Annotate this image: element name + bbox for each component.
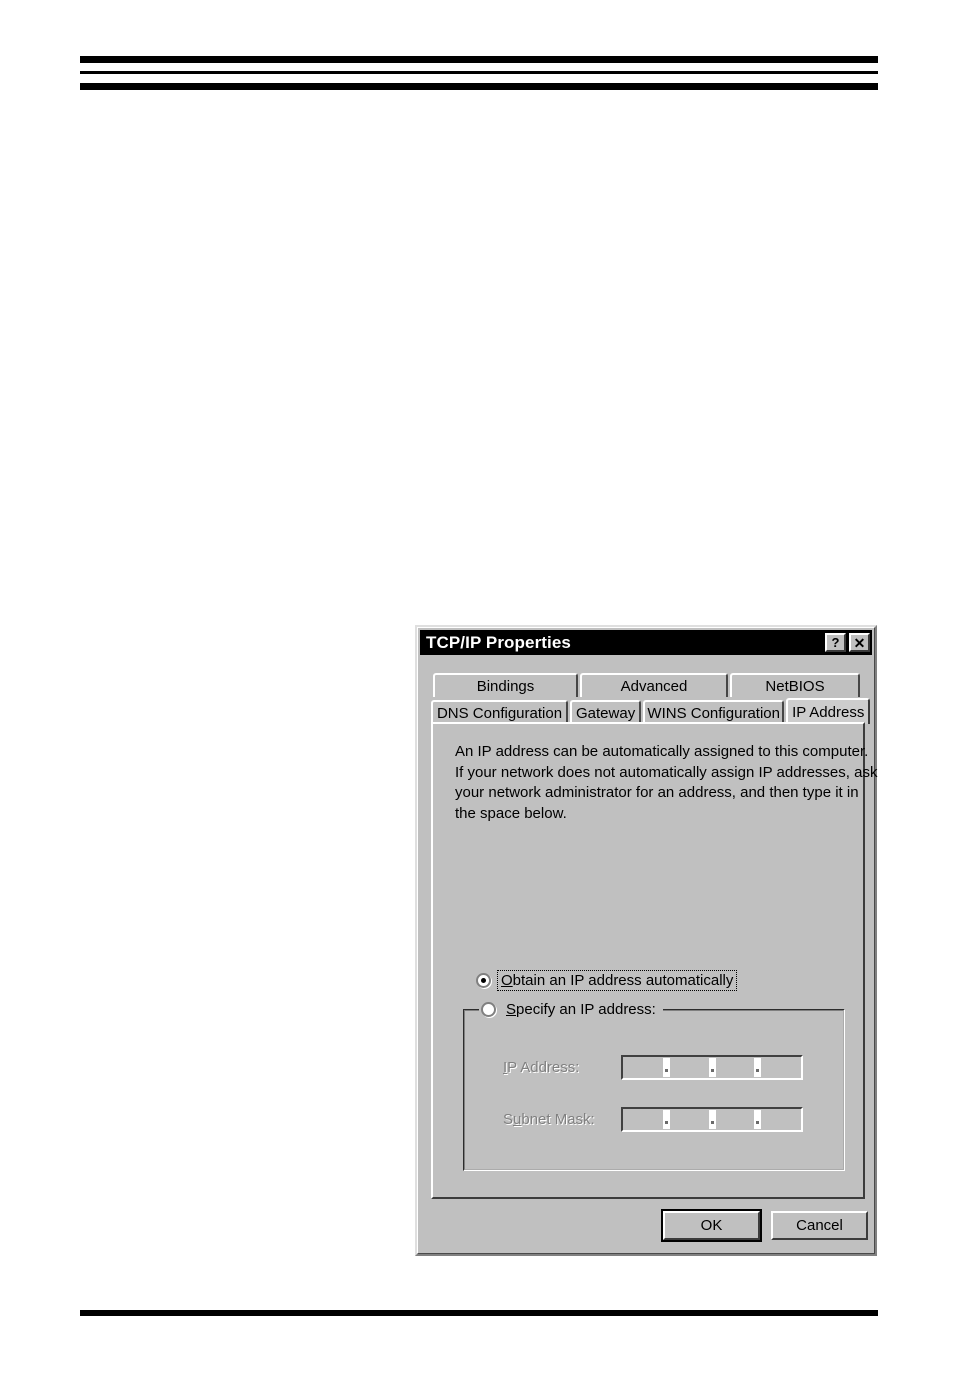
dialog-button-row: OK Cancel [663,1211,868,1240]
subnet-mask-separator-2 [708,1110,716,1129]
subnet-mask-octet-1[interactable] [624,1110,663,1129]
ip-address-separator-2 [708,1058,716,1077]
specify-ip-groupbox-frame [465,1011,843,1169]
radio-specify-ip[interactable]: Specify an IP address: [479,1000,663,1018]
radio-specify-text: pecify an IP address: [516,1000,656,1018]
ip-address-octet-4[interactable] [761,1058,800,1077]
subnet-mask-field-row: Subnet Mask: [503,1107,803,1132]
titlebar-button-group: ? ✕ [825,633,870,652]
ip-address-field-row: IP Address: [503,1055,803,1080]
close-icon[interactable]: ✕ [849,633,870,652]
description-line-1: An IP address can be automatically assig… [455,743,869,760]
subnet-mask-octet-2[interactable] [669,1110,709,1129]
radio-obtain-automatically[interactable]: Obtain an IP address automatically [476,970,738,991]
page-footer-rule [80,1310,878,1316]
ok-button[interactable]: OK [663,1211,760,1240]
radio-selected-dot [481,978,486,983]
header-rule-gap-upper [80,63,878,71]
ip-address-input[interactable] [621,1055,803,1080]
subnet-mask-label-pre: S [503,1111,514,1128]
ip-address-separator-3 [754,1058,762,1077]
subnet-mask-octet-4[interactable] [761,1110,800,1129]
ip-address-octet-3[interactable] [715,1058,755,1077]
tab-row-upper: Bindings Advanced NetBIOS [431,671,864,697]
tab-bindings[interactable]: Bindings [433,673,578,697]
radio-specify-accelerator: S [506,1000,517,1018]
description-line-2: If your network does not automatically a… [455,763,878,781]
radio-obtain-automatically-label: Obtain an IP address automatically [496,970,738,991]
subnet-mask-octet-3[interactable] [715,1110,755,1129]
tab-netbios[interactable]: NetBIOS [730,673,860,697]
subnet-mask-input[interactable] [621,1107,803,1132]
subnet-mask-label: Subnet Mask: [503,1111,621,1128]
header-rule-gap-lower [80,74,878,83]
ip-address-separator-1 [662,1058,670,1077]
tab-ip-address[interactable]: IP Address [786,698,871,724]
subnet-mask-label-text: bnet Mask: [521,1111,595,1128]
radio-specify-ip-label: Specify an IP address: [503,1000,659,1019]
ip-address-octet-2[interactable] [669,1058,709,1077]
ip-address-label-text: P Address: [507,1059,580,1076]
ip-address-label: IP Address: [503,1059,621,1076]
header-rule-top [80,56,878,63]
specify-ip-groupbox: Specify an IP address: IP Address: Subne… [463,1000,845,1171]
subnet-mask-separator-3 [754,1110,762,1129]
ip-address-octet-1[interactable] [624,1058,663,1077]
tab-gateway[interactable]: Gateway [570,700,642,724]
dialog-title: TCP/IP Properties [426,633,571,652]
tab-dns-configuration[interactable]: DNS Configuration [431,700,568,724]
description-text: An IP address can be automatically assig… [455,742,878,824]
page-header-rules [80,56,878,90]
description-line-4: the space below. [455,804,567,822]
cancel-button[interactable]: Cancel [771,1211,868,1240]
dialog-titlebar[interactable]: TCP/IP Properties ? ✕ [420,630,872,655]
header-rule-bottom [80,83,878,90]
help-icon[interactable]: ? [825,633,846,652]
radio-obtain-text: btain an IP address automatically [512,972,734,989]
radio-specify-ip-indicator[interactable] [481,1001,496,1017]
tab-page-ip-address: An IP address can be automatically assig… [431,722,878,1199]
radio-obtain-accelerator: O [501,972,513,989]
tabstrip: Bindings Advanced NetBIOS DNS Configurat… [431,671,871,724]
description-line-3: your network administrator for an addres… [455,784,859,801]
tab-wins-configuration[interactable]: WINS Configuration [643,700,785,724]
tab-advanced[interactable]: Advanced [580,673,728,697]
tab-row-lower: DNS Configuration Gateway WINS Configura… [431,698,871,724]
radio-obtain-automatically-indicator[interactable] [476,973,491,988]
tcpip-properties-dialog: TCP/IP Properties ? ✕ Bindings Advanced … [415,625,877,1256]
subnet-mask-separator-1 [662,1110,670,1129]
